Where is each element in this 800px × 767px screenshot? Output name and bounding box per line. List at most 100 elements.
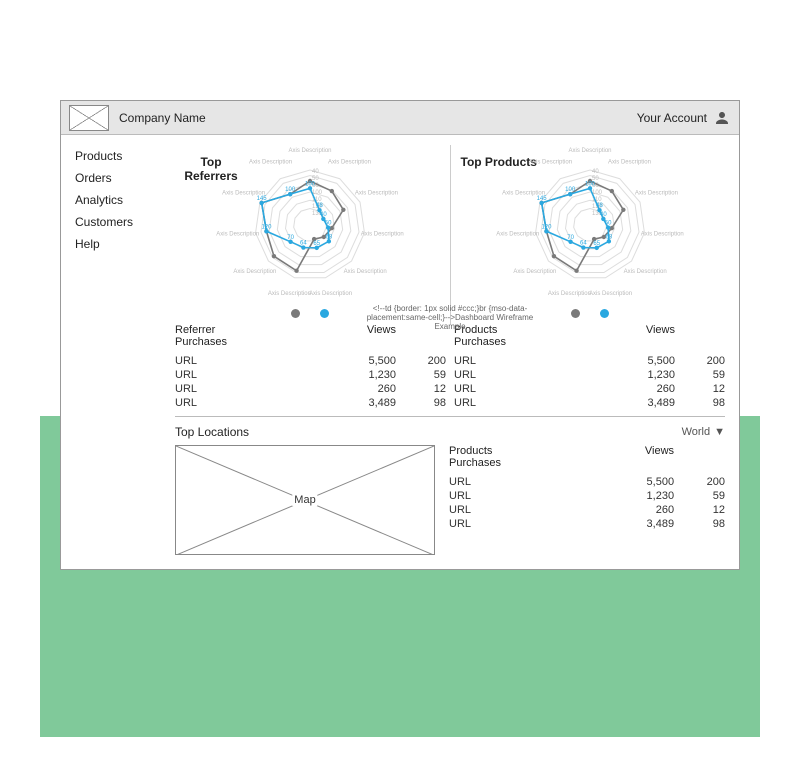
table-row[interactable]: URL5,500200 [449,475,725,489]
locations-table-col: ProductsPurchases Views URL5,500200URL1,… [449,445,725,555]
svg-text:Axis Description: Axis Description [608,160,651,166]
svg-text:Axis Description: Axis Description [249,160,292,166]
app-frame: Company Name Your Account Products Order… [60,100,740,570]
svg-text:68: 68 [605,234,612,240]
svg-text:145: 145 [536,196,547,202]
svg-text:Axis Description: Axis Description [568,148,611,154]
user-icon [713,109,731,127]
table-row[interactable]: URL3,48998 [454,396,725,410]
svg-text:40: 40 [600,212,607,218]
svg-text:Axis Description: Axis Description [344,269,387,275]
radar-referrers: 130120110100605040Axis DescriptionAxis D… [190,145,430,305]
company-name: Company Name [119,111,206,125]
svg-text:100: 100 [305,181,316,187]
svg-text:Axis Description: Axis Description [355,191,398,197]
locations-header: Top Locations World ▼ [175,425,725,439]
svg-text:50: 50 [325,221,332,227]
sidebar: Products Orders Analytics Customers Help [75,145,165,555]
svg-text:70: 70 [288,235,295,241]
body: Products Orders Analytics Customers Help… [61,135,739,569]
table-row[interactable]: URL1,23059 [449,489,725,503]
table-row[interactable]: URL26012 [449,503,725,517]
svg-text:64: 64 [580,241,587,247]
svg-text:48: 48 [596,203,603,209]
th-referrer: ReferrerPurchases [175,324,317,354]
th-loc-products: ProductsPurchases [449,445,593,475]
svg-text:Axis Description: Axis Description [216,231,259,237]
svg-text:100: 100 [565,187,576,193]
map-placeholder[interactable]: Map [175,445,435,555]
sidebar-item-analytics[interactable]: Analytics [75,193,165,207]
sidebar-item-customers[interactable]: Customers [75,215,165,229]
chevron-down-icon: ▼ [714,426,725,438]
legend-products [571,309,609,318]
locations-table: ProductsPurchases Views URL5,500200URL1,… [449,445,725,531]
table-row[interactable]: URL1,23059 [454,368,725,382]
tables-row: ReferrerPurchases Views URL5,500200URL1,… [175,324,725,417]
svg-text:Axis Description: Axis Description [309,291,352,297]
center-note: <!--td {border: 1px solid #ccc;}br {mso-… [360,305,540,331]
svg-text:120: 120 [541,224,552,230]
chart-products: Top Products 130120110100605040Axis Desc… [455,145,726,324]
svg-text:Axis Description: Axis Description [328,160,371,166]
legend-referrers [291,309,329,318]
charts-row: Top Referrers 130120110100605040Axis Des… [175,145,725,324]
svg-text:40: 40 [592,169,599,175]
table-row[interactable]: URL26012 [454,382,725,396]
legend-dot-b [320,309,329,318]
sidebar-item-products[interactable]: Products [75,149,165,163]
world-dropdown[interactable]: World ▼ [682,426,725,438]
svg-text:48: 48 [316,203,323,209]
legend-dot-b2 [600,309,609,318]
svg-text:Axis Description: Axis Description [640,231,683,237]
radar-products: 130120110100605040Axis DescriptionAxis D… [470,145,710,305]
svg-text:100: 100 [285,187,296,193]
logo-placeholder[interactable] [69,105,109,131]
th-blank2 [675,324,725,354]
map-label: Map [292,494,317,506]
svg-text:145: 145 [257,196,268,202]
account-label: Your Account [637,111,707,125]
th-views2: Views [596,324,675,354]
svg-text:Axis Description: Axis Description [529,160,572,166]
account-area[interactable]: Your Account [637,109,731,127]
svg-text:Axis Description: Axis Description [289,148,332,154]
legend-dot-a2 [571,309,580,318]
table-row[interactable]: URL3,48998 [449,517,725,531]
svg-text:70: 70 [567,235,574,241]
svg-text:Axis Description: Axis Description [361,231,404,237]
svg-text:Axis Description: Axis Description [623,269,666,275]
charts-divider [450,145,451,324]
svg-text:Axis Description: Axis Description [589,291,632,297]
referrers-table: ReferrerPurchases Views URL5,500200URL1,… [175,324,446,410]
table-row[interactable]: URL5,500200 [175,354,446,368]
svg-text:120: 120 [262,224,273,230]
svg-text:65: 65 [314,241,321,247]
svg-text:Axis Description: Axis Description [496,231,539,237]
th-loc-blank [674,445,725,475]
svg-text:Axis Description: Axis Description [234,269,277,275]
table-row[interactable]: URL5,500200 [454,354,725,368]
sidebar-item-help[interactable]: Help [75,237,165,251]
world-dropdown-label: World [682,426,711,438]
referrers-table-col: ReferrerPurchases Views URL5,500200URL1,… [175,324,446,410]
header-bar: Company Name Your Account [61,101,739,135]
svg-text:Axis Description: Axis Description [268,291,311,297]
sidebar-item-orders[interactable]: Orders [75,171,165,185]
main-content: Top Referrers 130120110100605040Axis Des… [175,145,725,555]
table-row[interactable]: URL26012 [175,382,446,396]
svg-text:Axis Description: Axis Description [548,291,591,297]
svg-text:Axis Description: Axis Description [635,191,678,197]
svg-text:Axis Description: Axis Description [513,269,556,275]
products-table: ProductsPurchases Views URL5,500200URL1,… [454,324,725,410]
svg-text:68: 68 [326,234,333,240]
th-loc-views: Views [593,445,674,475]
svg-text:100: 100 [585,181,596,187]
svg-text:40: 40 [312,169,319,175]
svg-text:64: 64 [300,241,307,247]
locations-section: Top Locations World ▼ Map Products [175,425,725,555]
table-row[interactable]: URL1,23059 [175,368,446,382]
legend-dot-a [291,309,300,318]
table-row[interactable]: URL3,48998 [175,396,446,410]
svg-text:40: 40 [320,212,327,218]
